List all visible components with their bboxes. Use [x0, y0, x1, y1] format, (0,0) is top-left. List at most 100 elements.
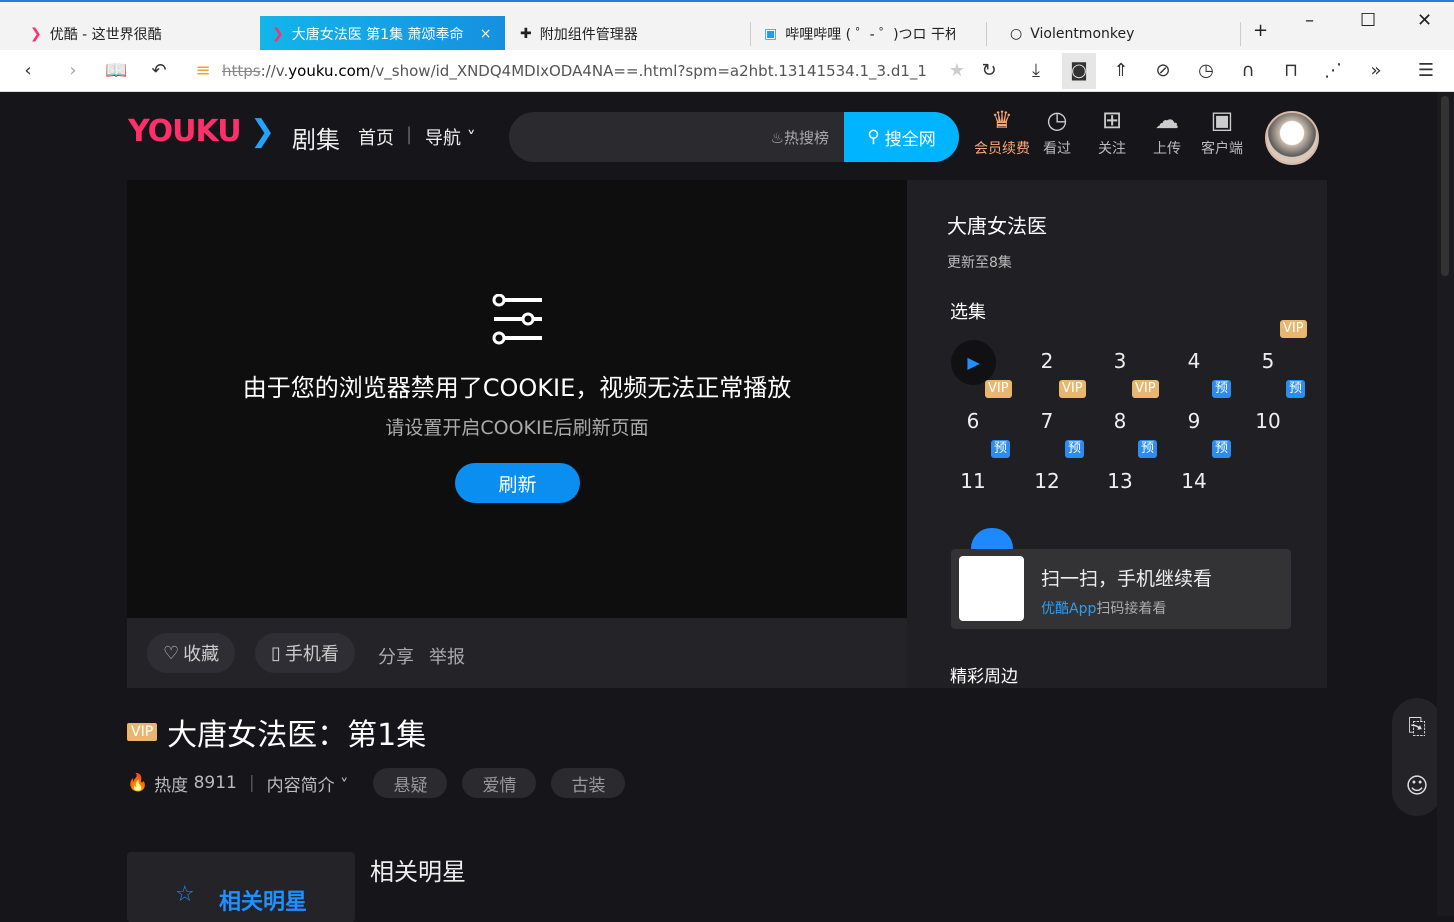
download-icon[interactable]: ⤓ [1025, 60, 1047, 81]
tag[interactable]: 古装 [551, 768, 626, 798]
reader-icon[interactable]: 📖 [105, 60, 127, 81]
upload-icon: ☁ [1155, 106, 1179, 134]
cookie-error-hint: 请设置开启COOKIE后刷新页面 [385, 417, 649, 439]
episode-13[interactable]: 13 [1090, 456, 1150, 506]
settings-sliders-icon [492, 294, 542, 345]
tab-label: 优酷 - 这世界很酷 [49, 27, 162, 43]
search-box[interactable]: ♨热搜榜 ⚲ 搜全网 [509, 112, 959, 162]
history-button[interactable]: ◷ 看过 [1027, 106, 1087, 158]
stars-card[interactable]: ☆ 相关明星 [127, 852, 355, 922]
clock-icon[interactable]: ◷ [1195, 60, 1217, 81]
scrollbar-thumb[interactable] [1441, 96, 1449, 276]
hot-search-link[interactable]: ♨热搜榜 [771, 127, 829, 148]
client-icon: ▣ [1210, 106, 1234, 134]
divider: | [406, 124, 413, 145]
vip-badge: VIP [985, 380, 1012, 398]
preview-badge: 预 [1286, 380, 1306, 398]
qr-sub: 优酷App扫码接着看 [1041, 601, 1167, 617]
tag[interactable]: 爱情 [462, 768, 537, 798]
episode-4[interactable]: 4 [1164, 336, 1224, 386]
minimize-button[interactable]: – [1305, 10, 1314, 31]
avatar[interactable] [1265, 111, 1319, 165]
rss-icon[interactable]: ⋰ [1322, 60, 1344, 81]
overflow-icon[interactable]: » [1365, 60, 1387, 81]
screenshot-icon[interactable]: ◙ [1062, 53, 1096, 89]
headphones-icon[interactable]: ∩ [1237, 60, 1259, 81]
feedback-icon[interactable]: ☺ [1406, 774, 1429, 799]
channel-title: 剧集 [292, 126, 340, 154]
episode-5[interactable]: 5 [1238, 336, 1298, 386]
undo-close-icon[interactable]: ↶ [148, 60, 170, 81]
search-icon: ⚲ [867, 127, 880, 147]
floating-toolbar: ⎘ ☺ [1392, 698, 1442, 816]
follow-button[interactable]: ⊞ 关注 [1082, 106, 1142, 158]
compass-icon[interactable]: ⊘ [1152, 60, 1174, 81]
menu-icon[interactable]: ☰ [1415, 60, 1437, 81]
preview-badge: 预 [1212, 440, 1232, 458]
episode-7[interactable]: 7 [1017, 396, 1077, 446]
forward-icon[interactable]: › [62, 60, 84, 81]
bookmark-star-icon[interactable]: ★ [946, 60, 968, 81]
tab-label: 附加组件管理器 [539, 27, 638, 43]
upload-button[interactable]: ☁ 上传 [1137, 106, 1197, 158]
episode-2[interactable]: 2 [1017, 336, 1077, 386]
vip-badge: VIP [1132, 380, 1159, 398]
maximize-button[interactable]: ☐ [1360, 10, 1376, 31]
video-player[interactable]: 由于您的浏览器禁用了COOKIE，视频无法正常播放 请设置开启COOKIE后刷新… [127, 180, 907, 618]
episode-14[interactable]: 14 [1164, 456, 1224, 506]
episode-9[interactable]: 9 [1164, 396, 1224, 446]
heat-value: 8911 [193, 773, 237, 793]
episode-12[interactable]: 12 [1017, 456, 1077, 506]
video-title: 大唐女法医：第1集 [167, 718, 427, 753]
url-input[interactable]: https://v.youku.com/v_show/id_XNDQ4MDIxO… [222, 62, 927, 80]
divider: | [248, 773, 255, 793]
episode-3[interactable]: 3 [1090, 336, 1150, 386]
video-title-row: VIP 大唐女法医：第1集 [127, 710, 426, 754]
mobile-sync-icon[interactable]: ⎘ [1408, 715, 1426, 740]
nav-dropdown[interactable]: 导航 ˅ [425, 124, 476, 150]
tab-violentmonkey[interactable]: ○ Violentmonkey [998, 16, 1233, 52]
show-title: 大唐女法医 [947, 214, 1047, 238]
qr-title: 扫一扫，手机继续看 [1041, 568, 1213, 590]
rocket-icon[interactable]: ⇑ [1110, 60, 1132, 81]
home-link[interactable]: 首页 [358, 124, 394, 150]
page-info-icon[interactable]: ≡ [192, 60, 214, 81]
tag[interactable]: 悬疑 [373, 768, 448, 798]
vip-renew-button[interactable]: ♛ 会员续费 [972, 106, 1032, 158]
close-window-button[interactable]: ✕ [1417, 10, 1432, 31]
site-header: YOUKU ❯ 剧集 首页 | 导航 ˅ ♨热搜榜 ⚲ 搜全网 ♛ 会员续费 ◷ 看过… [0, 92, 1454, 180]
tab-addons[interactable]: ✚ 附加组件管理器 [508, 16, 748, 52]
puzzle-icon: ✚ [520, 26, 532, 42]
youku-logo[interactable]: YOUKU ❯ [128, 114, 275, 149]
refresh-button[interactable]: 刷新 [455, 463, 580, 503]
search-button[interactable]: ⚲ 搜全网 [844, 112, 959, 162]
bookmarks-icon[interactable]: ⊓ [1280, 60, 1302, 81]
stars-heading: 相关明星 [370, 858, 466, 886]
episode-10[interactable]: 10 [1238, 396, 1298, 446]
favorite-button[interactable]: ♡ 收藏 [147, 633, 236, 673]
back-icon[interactable]: ‹ [17, 60, 39, 81]
tab-video-active[interactable]: ❯ 大唐女法医 第1集 萧颂奉命 × [260, 16, 505, 52]
preview-badge: 预 [1065, 440, 1085, 458]
reload-icon[interactable]: ↻ [978, 60, 1000, 81]
preview-badge: 预 [991, 440, 1011, 458]
episode-6[interactable]: 6 [943, 396, 1003, 446]
vip-badge: VIP [127, 723, 158, 741]
page-scrollbar[interactable] [1437, 92, 1454, 916]
tab-bilibili[interactable]: ▣ 哔哩哔哩 ( ゜- ゜)つロ 干杯~- [752, 16, 984, 52]
episode-8[interactable]: 8 [1090, 396, 1150, 446]
episode-11[interactable]: 11 [943, 456, 1003, 506]
close-tab-icon[interactable]: × [480, 26, 492, 42]
mobile-watch-button[interactable]: ▯ 手机看 [255, 633, 355, 673]
share-button[interactable]: 分享 [378, 643, 414, 669]
qr-code [959, 556, 1024, 621]
tab-label: Violentmonkey [1030, 26, 1135, 42]
client-button[interactable]: ▣ 客户端 [1192, 106, 1252, 158]
tab-youku-home[interactable]: ❯ 优酷 - 这世界很酷 [18, 16, 258, 52]
vip-badge: VIP [1059, 380, 1086, 398]
crown-icon: ♛ [991, 106, 1013, 134]
episode-1-playing[interactable]: ▶ [951, 340, 996, 385]
new-tab-button[interactable]: + [1253, 20, 1268, 41]
intro-toggle[interactable]: 内容简介 ˅ [267, 771, 349, 796]
report-button[interactable]: 举报 [429, 643, 465, 669]
